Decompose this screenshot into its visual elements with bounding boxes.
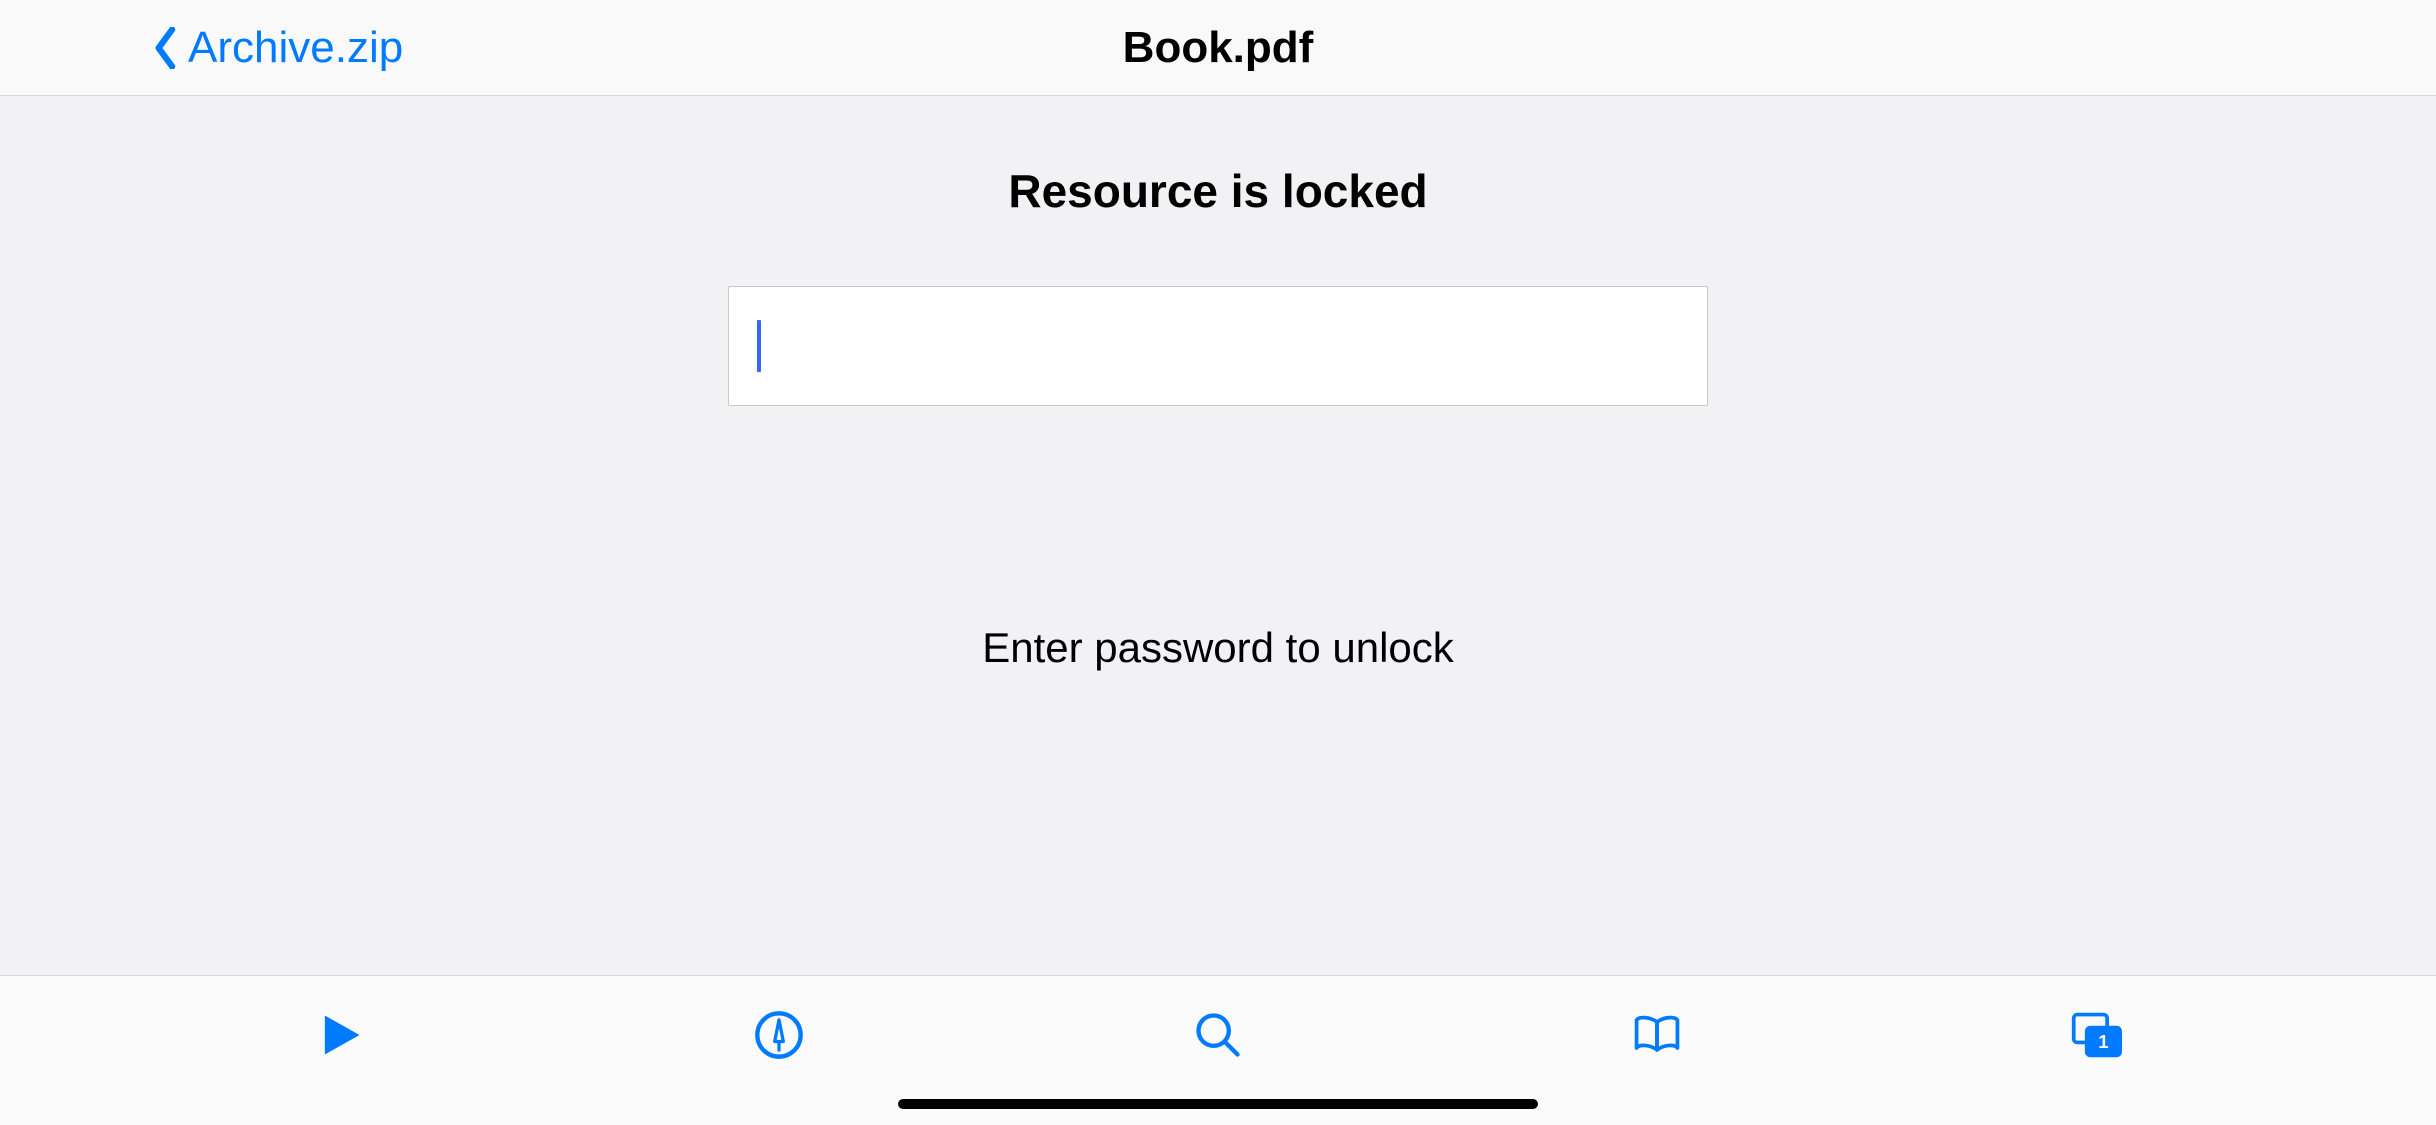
navigation-bar: Archive.zip Book.pdf xyxy=(0,0,2436,96)
bookmarks-button[interactable] xyxy=(1438,1004,1877,1066)
search-icon xyxy=(1192,1009,1244,1061)
home-indicator[interactable] xyxy=(898,1099,1538,1109)
search-button[interactable] xyxy=(998,1004,1437,1066)
back-button[interactable]: Archive.zip xyxy=(0,23,403,73)
password-input[interactable] xyxy=(729,287,1707,405)
password-hint: Enter password to unlock xyxy=(982,624,1454,672)
play-icon xyxy=(314,1009,366,1061)
tabs-button[interactable]: 1 xyxy=(1877,1004,2316,1066)
tabs-badge-count: 1 xyxy=(2099,1031,2109,1052)
annotate-icon xyxy=(753,1009,805,1061)
locked-heading: Resource is locked xyxy=(1008,164,1427,218)
content-area: Resource is locked Enter password to unl… xyxy=(0,96,2436,975)
back-button-label: Archive.zip xyxy=(188,23,403,73)
play-button[interactable] xyxy=(120,1004,559,1066)
page-title: Book.pdf xyxy=(1123,23,1314,73)
tabs-icon: 1 xyxy=(2070,1009,2122,1061)
annotate-button[interactable] xyxy=(559,1004,998,1066)
bookmarks-icon xyxy=(1631,1009,1683,1061)
password-field-container[interactable] xyxy=(728,286,1708,406)
chevron-left-icon xyxy=(152,27,180,69)
